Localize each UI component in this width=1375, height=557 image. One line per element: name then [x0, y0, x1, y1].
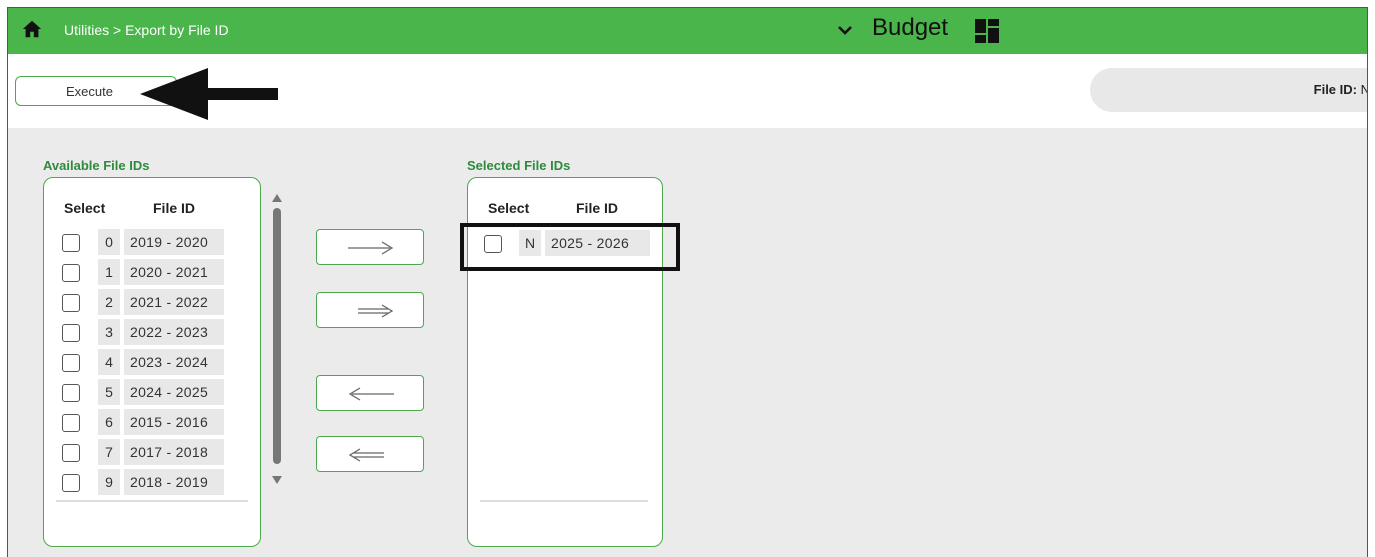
list-item[interactable]: 7 2017 - 2018 — [44, 439, 244, 467]
row-key: 0 — [98, 229, 120, 255]
row-checkbox[interactable] — [62, 384, 80, 402]
scrollbar[interactable] — [271, 194, 283, 484]
file-id-value: N — [1361, 82, 1367, 97]
row-file-id: 2021 - 2022 — [124, 289, 224, 315]
available-col-file-id: File ID — [153, 200, 196, 216]
list-item[interactable]: 1 2020 - 2021 — [44, 259, 244, 287]
file-id-label: File ID: — [1313, 82, 1357, 97]
list-item[interactable]: 0 2019 - 2020 — [44, 229, 244, 257]
row-file-id: 2018 - 2019 — [124, 469, 224, 495]
move-all-left-button[interactable] — [316, 436, 424, 472]
selected-col-file-id: File ID — [576, 200, 619, 216]
row-checkbox[interactable] — [62, 414, 80, 432]
move-all-right-button[interactable] — [316, 292, 424, 328]
row-key: 1 — [98, 259, 120, 285]
row-checkbox[interactable] — [62, 294, 80, 312]
double-arrow-left-icon — [348, 448, 384, 462]
main-panel: Available File IDs Select File ID 0 2019 … — [8, 128, 1367, 557]
row-checkbox[interactable] — [62, 474, 80, 492]
double-arrow-right-icon — [358, 304, 394, 318]
row-file-id: 2015 - 2016 — [124, 409, 224, 435]
row-checkbox[interactable] — [62, 354, 80, 372]
row-key: 9 — [98, 469, 120, 495]
row-checkbox[interactable] — [62, 324, 80, 342]
row-file-id: 2020 - 2021 — [124, 259, 224, 285]
chevron-down-icon[interactable] — [836, 21, 854, 39]
scroll-down-icon[interactable] — [272, 476, 282, 484]
list-divider — [480, 500, 648, 502]
arrow-left-icon — [348, 387, 394, 401]
available-col-select: Select — [64, 200, 106, 216]
row-checkbox[interactable] — [62, 234, 80, 252]
arrow-right-icon — [348, 241, 394, 255]
list-item[interactable]: 2 2021 - 2022 — [44, 289, 244, 317]
list-item[interactable]: 4 2023 - 2024 — [44, 349, 244, 377]
file-id-indicator: File ID: N — [1090, 68, 1367, 112]
home-icon[interactable] — [21, 18, 43, 40]
available-title: Available File IDs — [43, 158, 150, 173]
list-item[interactable]: 6 2015 - 2016 — [44, 409, 244, 437]
breadcrumb[interactable]: Utilities > Export by File ID — [64, 22, 229, 38]
selected-col-select: Select — [488, 200, 530, 216]
top-bar: Utilities > Export by File ID Budget — [8, 8, 1367, 54]
pointer-arrow-icon — [140, 68, 278, 120]
row-checkbox[interactable] — [62, 264, 80, 282]
dashboard-grid-icon[interactable] — [974, 18, 1000, 44]
move-selected-left-button[interactable] — [316, 375, 424, 411]
available-list: Select File ID 0 2019 - 2020 1 2020 - 2021 2… — [43, 177, 282, 547]
row-key: 7 — [98, 439, 120, 465]
selected-title: Selected File IDs — [467, 158, 571, 173]
row-key: 6 — [98, 409, 120, 435]
row-file-id: 2023 - 2024 — [124, 349, 224, 375]
list-item[interactable]: 9 2018 - 2019 — [44, 469, 244, 497]
row-file-id: 2022 - 2023 — [124, 319, 224, 345]
list-item[interactable]: 5 2024 - 2025 — [44, 379, 244, 407]
app-title: Budget — [872, 14, 949, 41]
scroll-thumb[interactable] — [273, 208, 281, 464]
row-key: 3 — [98, 319, 120, 345]
list-item[interactable]: 3 2022 - 2023 — [44, 319, 244, 347]
scroll-up-icon[interactable] — [272, 194, 282, 202]
move-selected-right-button[interactable] — [316, 229, 424, 265]
list-divider — [56, 500, 248, 502]
row-file-id: 2017 - 2018 — [124, 439, 224, 465]
row-key: 5 — [98, 379, 120, 405]
row-file-id: 2024 - 2025 — [124, 379, 224, 405]
row-checkbox[interactable] — [62, 444, 80, 462]
highlight-box — [460, 223, 680, 271]
app-frame: Utilities > Export by File ID Budget Exe… — [7, 7, 1368, 557]
row-key: 4 — [98, 349, 120, 375]
toolbar: Execute File ID: N — [8, 54, 1367, 128]
row-key: 2 — [98, 289, 120, 315]
row-file-id: 2019 - 2020 — [124, 229, 224, 255]
